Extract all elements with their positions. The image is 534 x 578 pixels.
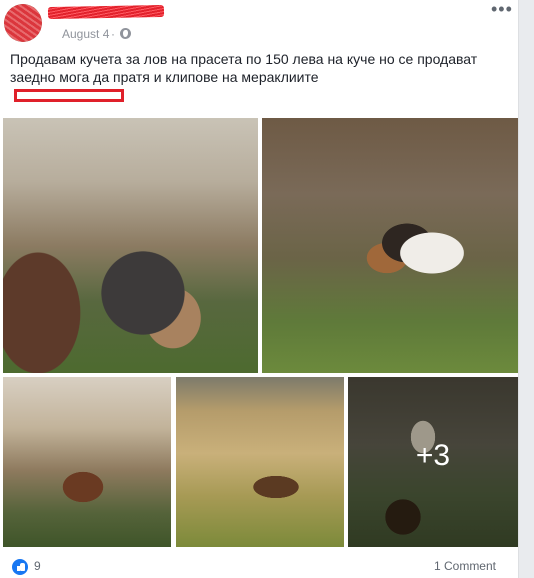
post-text: Продавам кучета за лов на прасета по 150… xyxy=(10,50,510,86)
post-menu-icon[interactable]: ••• xyxy=(491,0,513,18)
post-text-line: Продавам кучета за лов на прасета по 150… xyxy=(10,51,478,67)
more-photos-count[interactable]: +3 xyxy=(348,439,518,473)
comments-link[interactable]: 1 Comment xyxy=(434,559,496,573)
post-footer: 9 1 Comment xyxy=(12,556,508,576)
photo-more[interactable]: +3 xyxy=(348,377,518,547)
photo-dog-standing[interactable] xyxy=(3,377,171,547)
author-name-redaction xyxy=(47,4,165,20)
like-icon[interactable] xyxy=(12,559,28,575)
avatar[interactable] xyxy=(4,4,42,42)
post-date[interactable]: August 4 xyxy=(62,27,109,41)
globe-icon xyxy=(120,28,131,39)
photo-dogs-two[interactable] xyxy=(3,118,258,373)
text-redaction xyxy=(14,89,124,102)
post-text-line: заедно мога да пратя и клипове на меракл… xyxy=(10,69,319,85)
date-separator: · xyxy=(111,27,115,41)
photo-dog-sniffing[interactable] xyxy=(262,118,518,373)
post-card: August 4 · ••• Продавам кучета за лов на… xyxy=(0,0,519,578)
photo-dog-lying[interactable] xyxy=(176,377,344,547)
avatar-redaction xyxy=(4,4,42,42)
likes-count[interactable]: 9 xyxy=(34,559,41,573)
